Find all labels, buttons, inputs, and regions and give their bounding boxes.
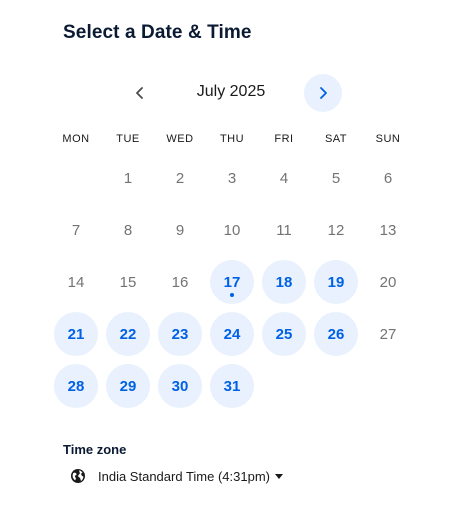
date-number: 14 xyxy=(67,273,85,291)
today-indicator-dot xyxy=(230,293,234,297)
date-number: 3 xyxy=(227,169,237,187)
weekday-label-mon: MON xyxy=(62,133,90,145)
date-cell-8: 8 xyxy=(106,208,150,252)
date-number: 24 xyxy=(223,325,241,343)
weekday-label-sun: SUN xyxy=(375,133,401,145)
date-cell-12: 12 xyxy=(314,208,358,252)
page-title: Select a Date & Time xyxy=(63,22,252,43)
weekday-label-tue: TUE xyxy=(116,133,140,145)
month-navigation: July 2025 xyxy=(0,72,463,114)
date-cell-16: 16 xyxy=(158,260,202,304)
timezone-label: Time zone xyxy=(63,442,127,457)
caret-down-icon xyxy=(274,473,283,479)
date-cell-3: 3 xyxy=(210,156,254,200)
chevron-right-icon xyxy=(320,87,327,99)
date-number: 8 xyxy=(123,221,133,239)
date-cell-9: 9 xyxy=(158,208,202,252)
date-number: 26 xyxy=(327,325,345,343)
date-number: 22 xyxy=(119,325,137,343)
date-cell-13: 13 xyxy=(366,208,410,252)
date-button-18[interactable]: 18 xyxy=(262,260,306,304)
date-number: 10 xyxy=(223,221,241,239)
date-button-25[interactable]: 25 xyxy=(262,312,306,356)
date-cell-4: 4 xyxy=(262,156,306,200)
previous-month-button[interactable] xyxy=(121,74,159,112)
date-cell-1: 1 xyxy=(106,156,150,200)
date-number: 30 xyxy=(171,377,189,395)
date-button-22[interactable]: 22 xyxy=(106,312,150,356)
date-number: 5 xyxy=(331,169,341,187)
date-number: 18 xyxy=(275,273,293,291)
timezone-value: India Standard Time (4:31pm) xyxy=(98,468,270,484)
date-number: 1 xyxy=(123,169,133,187)
weekday-header: MON TUE WED THU FRI SAT SUN xyxy=(50,133,413,149)
date-number: 28 xyxy=(67,377,85,395)
date-number: 25 xyxy=(275,325,293,343)
date-cell-27: 27 xyxy=(366,312,410,356)
date-number: 12 xyxy=(327,221,345,239)
date-cell-7: 7 xyxy=(54,208,98,252)
date-button-19[interactable]: 19 xyxy=(314,260,358,304)
date-number: 16 xyxy=(171,273,189,291)
date-number: 17 xyxy=(223,273,241,291)
date-button-23[interactable]: 23 xyxy=(158,312,202,356)
date-button-17[interactable]: 17 xyxy=(210,260,254,304)
date-number: 21 xyxy=(67,325,85,343)
date-cell-2: 2 xyxy=(158,156,202,200)
date-number: 13 xyxy=(379,221,397,239)
date-cell-15: 15 xyxy=(106,260,150,304)
date-number: 27 xyxy=(379,325,397,343)
date-number: 6 xyxy=(383,169,393,187)
date-cell-5: 5 xyxy=(314,156,358,200)
date-number: 15 xyxy=(119,273,137,291)
weekday-label-wed: WED xyxy=(166,133,194,145)
date-number: 7 xyxy=(71,221,81,239)
date-number: 19 xyxy=(327,273,345,291)
date-button-21[interactable]: 21 xyxy=(54,312,98,356)
next-month-button[interactable] xyxy=(304,74,342,112)
globe-icon xyxy=(71,469,85,483)
date-button-30[interactable]: 30 xyxy=(158,364,202,408)
date-button-28[interactable]: 28 xyxy=(54,364,98,408)
calendar-grid: 1 2 3 4 5 6 7 8 9 10 11 12 13 14 15 16 17 18 19 20 21 22 23 24 2… xyxy=(50,152,413,412)
date-cell-11: 11 xyxy=(262,208,306,252)
weekday-label-sat: SAT xyxy=(324,133,348,145)
date-button-31[interactable]: 31 xyxy=(210,364,254,408)
date-button-26[interactable]: 26 xyxy=(314,312,358,356)
date-button-29[interactable]: 29 xyxy=(106,364,150,408)
date-number: 31 xyxy=(223,377,241,395)
chevron-left-icon xyxy=(136,87,143,99)
date-number: 23 xyxy=(171,325,189,343)
date-cell-6: 6 xyxy=(366,156,410,200)
timezone-select[interactable]: India Standard Time (4:31pm) xyxy=(70,466,283,486)
date-button-24[interactable]: 24 xyxy=(210,312,254,356)
date-number: 20 xyxy=(379,273,397,291)
month-label: July 2025 xyxy=(196,83,266,100)
weekday-label-thu: THU xyxy=(219,133,245,145)
date-number: 29 xyxy=(119,377,137,395)
date-number: 9 xyxy=(175,221,185,239)
date-number: 11 xyxy=(276,221,292,239)
date-cell-10: 10 xyxy=(210,208,254,252)
date-number: 4 xyxy=(279,169,289,187)
date-cell-14: 14 xyxy=(54,260,98,304)
date-number: 2 xyxy=(175,169,185,187)
date-cell-20: 20 xyxy=(366,260,410,304)
weekday-label-fri: FRI xyxy=(274,133,294,145)
